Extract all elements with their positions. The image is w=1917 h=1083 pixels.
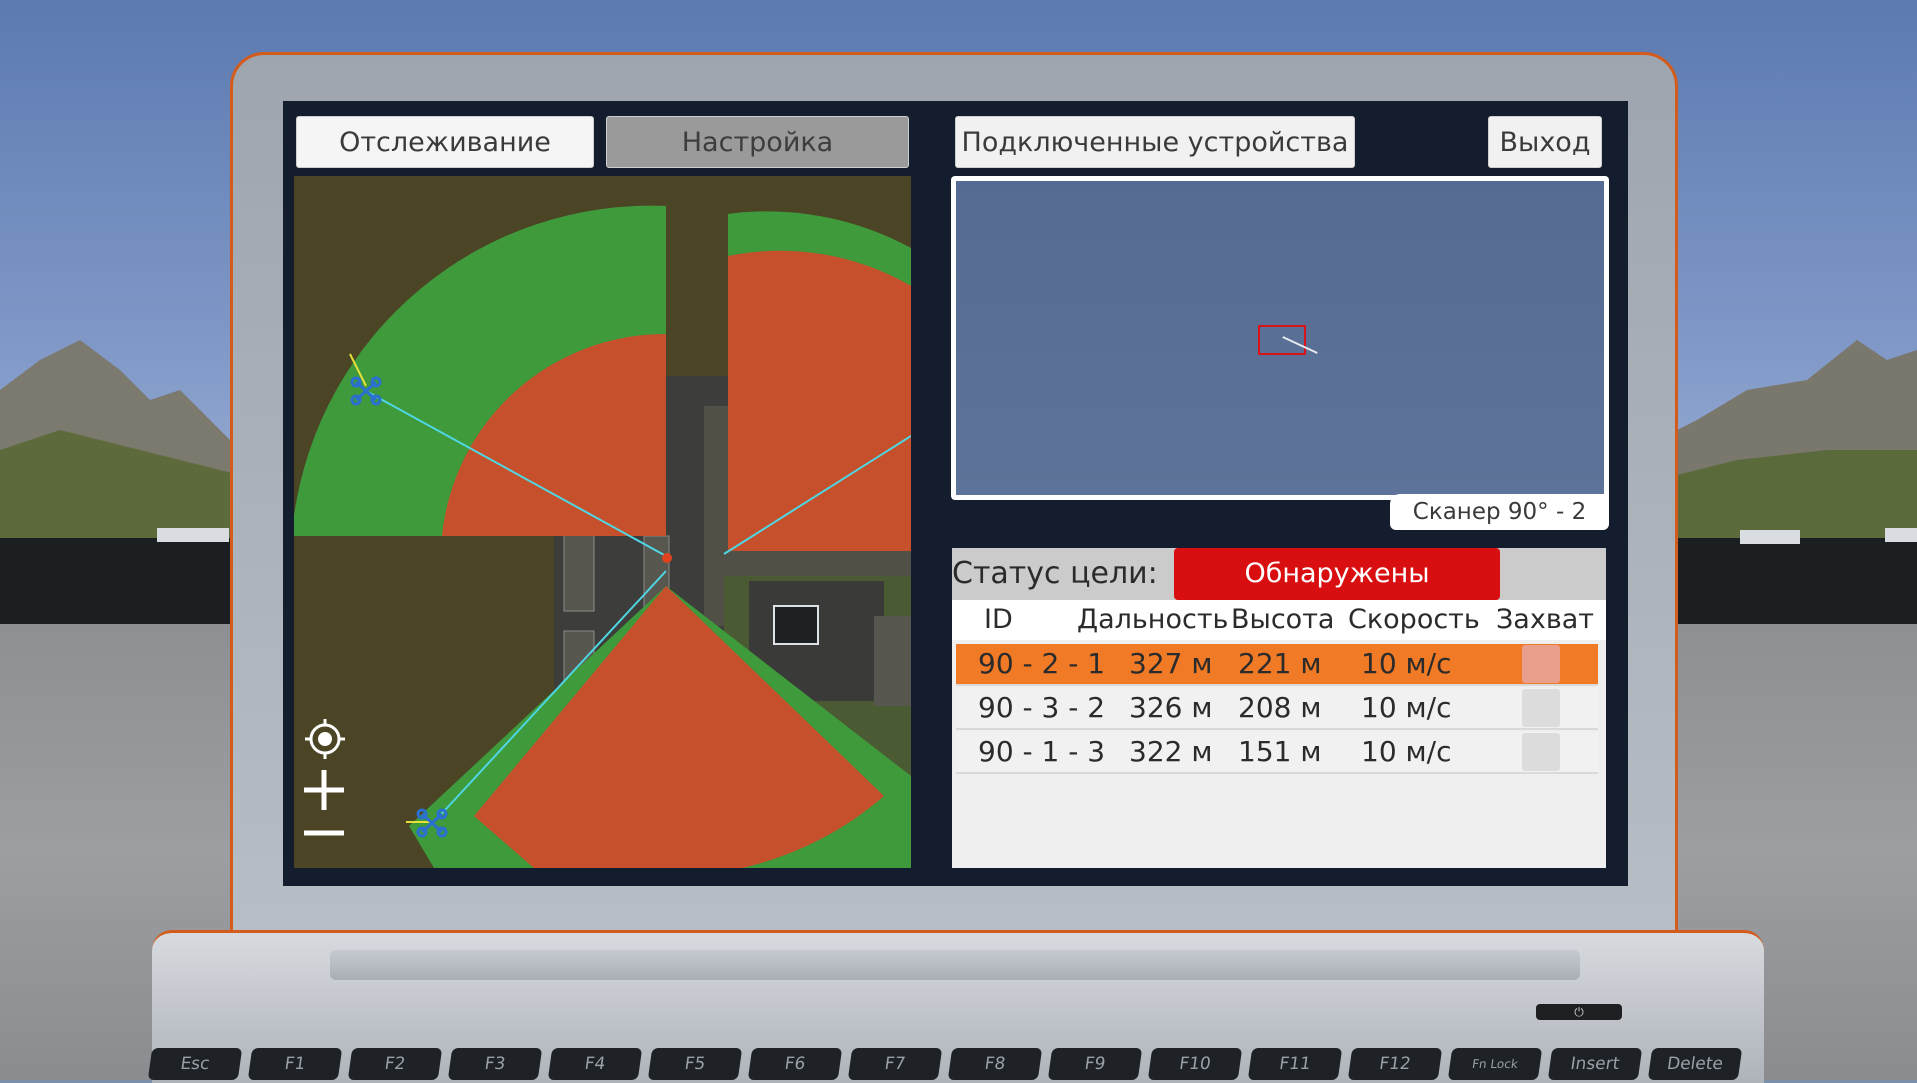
table-row[interactable]: 90 - 3 - 2 326 м 208 м 10 м/с <box>956 688 1598 730</box>
target-icon[interactable] <box>304 718 346 760</box>
key-f9[interactable]: F9 <box>1047 1048 1143 1080</box>
table-header: ID Дальность Высота Скорость Захват <box>952 600 1606 640</box>
tracking-map[interactable] <box>294 176 911 868</box>
mountains-right <box>1657 340 1917 540</box>
row-speed: 10 м/с <box>1361 691 1452 724</box>
key-f1[interactable]: F1 <box>247 1048 343 1080</box>
background-building <box>157 528 229 542</box>
row-range: 326 м <box>1129 691 1213 724</box>
row-altitude: 151 м <box>1238 735 1322 768</box>
minus-icon[interactable] <box>302 826 346 840</box>
key-insert[interactable]: Insert <box>1547 1048 1643 1080</box>
status-bar: Статус цели: Обнаружены <box>952 548 1606 600</box>
capture-checkbox[interactable] <box>1522 645 1560 683</box>
target-marker <box>662 553 672 563</box>
table-row[interactable]: 90 - 2 - 1 327 м 221 м 10 м/с <box>956 644 1598 686</box>
exit-button[interactable]: Выход <box>1488 116 1602 168</box>
plus-icon[interactable] <box>302 768 346 812</box>
row-altitude: 221 м <box>1238 647 1322 680</box>
key-fn-lock[interactable]: Fn Lock <box>1447 1048 1543 1080</box>
capture-checkbox[interactable] <box>1522 689 1560 727</box>
row-id: 90 - 2 - 1 <box>978 647 1106 680</box>
key-f4[interactable]: F4 <box>547 1048 643 1080</box>
row-range: 322 м <box>1129 735 1213 768</box>
connected-devices-button[interactable]: Подключенные устройства <box>955 116 1355 168</box>
tab-device-settings[interactable]: Настройка устройств <box>606 116 909 210</box>
power-button[interactable]: ⏻ <box>1536 1004 1622 1020</box>
target-panel: Статус цели: Обнаружены ID Дальность Выс… <box>952 548 1606 868</box>
map-canvas <box>294 176 911 868</box>
column-id: ID <box>984 604 1013 635</box>
background-building <box>1885 528 1917 542</box>
key-f7[interactable]: F7 <box>847 1048 943 1080</box>
key-f5[interactable]: F5 <box>647 1048 743 1080</box>
row-speed: 10 м/с <box>1361 735 1452 768</box>
key-esc[interactable]: Esc <box>147 1048 243 1080</box>
column-capture: Захват <box>1496 604 1595 635</box>
mountains-left <box>0 340 260 540</box>
row-range: 327 м <box>1129 647 1213 680</box>
column-speed: Скорость <box>1348 604 1480 635</box>
key-f3[interactable]: F3 <box>447 1048 543 1080</box>
row-speed: 10 м/с <box>1361 647 1452 680</box>
background-building <box>1740 530 1800 544</box>
keyboard-function-row: Esc F1 F2 F3 F4 F5 F6 F7 F8 F9 F10 F11 F… <box>147 1048 1770 1080</box>
tab-tracking[interactable]: Отслеживание <box>296 116 594 168</box>
key-delete[interactable]: Delete <box>1647 1048 1743 1080</box>
target-box <box>1258 325 1306 355</box>
scanner-label: Сканер 90° - 2 <box>1390 494 1609 530</box>
camera-view <box>951 176 1609 500</box>
capture-checkbox[interactable] <box>1522 733 1560 771</box>
column-range: Дальность <box>1077 604 1229 635</box>
table-row[interactable]: 90 - 1 - 3 322 м 151 м 10 м/с <box>956 732 1598 774</box>
key-f11[interactable]: F11 <box>1247 1048 1343 1080</box>
status-label: Статус цели: <box>952 556 1158 591</box>
key-f12[interactable]: F12 <box>1347 1048 1443 1080</box>
key-f8[interactable]: F8 <box>947 1048 1043 1080</box>
camera-feed <box>956 181 1604 495</box>
row-id: 90 - 3 - 2 <box>978 691 1106 724</box>
row-altitude: 208 м <box>1238 691 1322 724</box>
key-f10[interactable]: F10 <box>1147 1048 1243 1080</box>
status-badge: Обнаружены <box>1174 548 1500 600</box>
column-altitude: Высота <box>1231 604 1335 635</box>
key-f6[interactable]: F6 <box>747 1048 843 1080</box>
row-id: 90 - 1 - 3 <box>978 735 1106 768</box>
key-f2[interactable]: F2 <box>347 1048 443 1080</box>
laptop-hinge <box>330 950 1580 980</box>
